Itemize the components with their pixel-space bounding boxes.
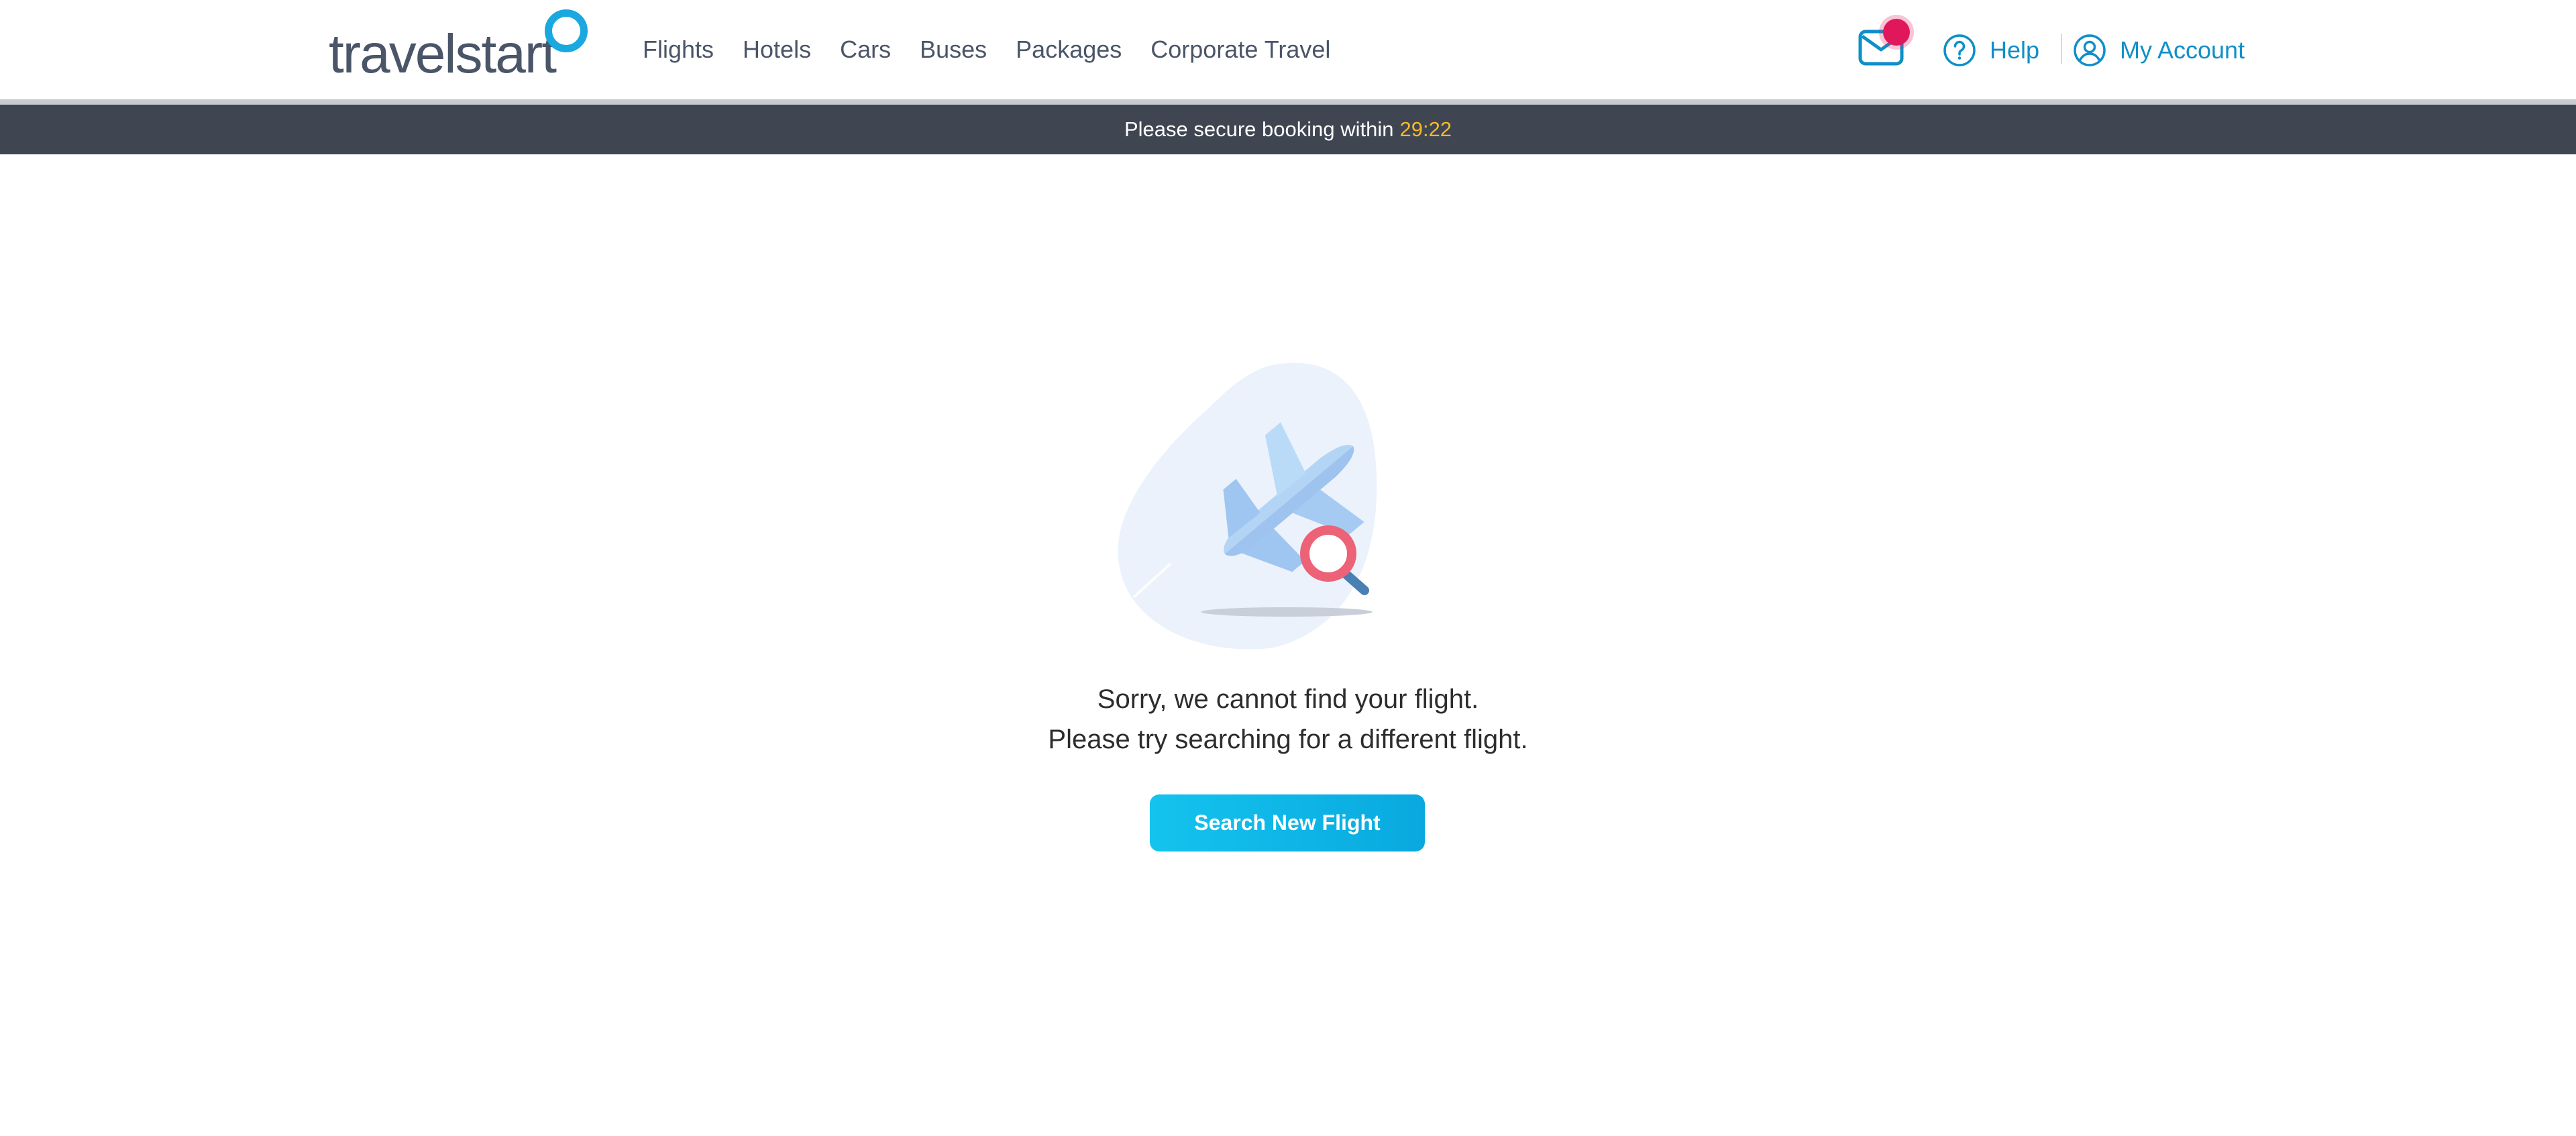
- not-found-message-line2: Please try searching for a different fli…: [1048, 725, 1528, 754]
- plane-search-illustration: [1114, 362, 1449, 651]
- notification-badge: [1883, 19, 1910, 46]
- main-nav: Flights Hotels Cars Buses Packages Corpo…: [643, 35, 1359, 64]
- nav-hotels[interactable]: Hotels: [743, 35, 811, 64]
- nav-buses[interactable]: Buses: [920, 35, 987, 64]
- account-label: My Account: [2120, 36, 2245, 64]
- booking-timer-bar: Please secure booking within 29:22: [0, 105, 2576, 154]
- header-divider: [2061, 34, 2062, 64]
- travelstart-logo[interactable]: travelstart: [329, 9, 588, 85]
- help-link[interactable]: Help: [1943, 34, 2039, 67]
- nav-cars[interactable]: Cars: [840, 35, 891, 64]
- nav-flights[interactable]: Flights: [643, 35, 714, 64]
- nav-corporate-travel[interactable]: Corporate Travel: [1150, 35, 1330, 64]
- help-icon: [1943, 34, 1976, 66]
- help-label: Help: [1990, 36, 2040, 64]
- my-account-link[interactable]: My Account: [2073, 34, 2245, 67]
- account-icon: [2074, 34, 2106, 66]
- logo-ring-icon: [545, 9, 588, 52]
- timer-text: Please secure booking within: [1124, 117, 1394, 141]
- logo-text: travelstart: [329, 23, 557, 85]
- timer-value: 29:22: [1399, 117, 1452, 141]
- not-found-message-line1: Sorry, we cannot find your flight.: [1097, 684, 1479, 714]
- search-new-flight-button[interactable]: Search New Flight: [1150, 794, 1425, 851]
- nav-packages[interactable]: Packages: [1016, 35, 1122, 64]
- site-header: travelstart Flights Hotels Cars Buses Pa…: [0, 0, 2576, 105]
